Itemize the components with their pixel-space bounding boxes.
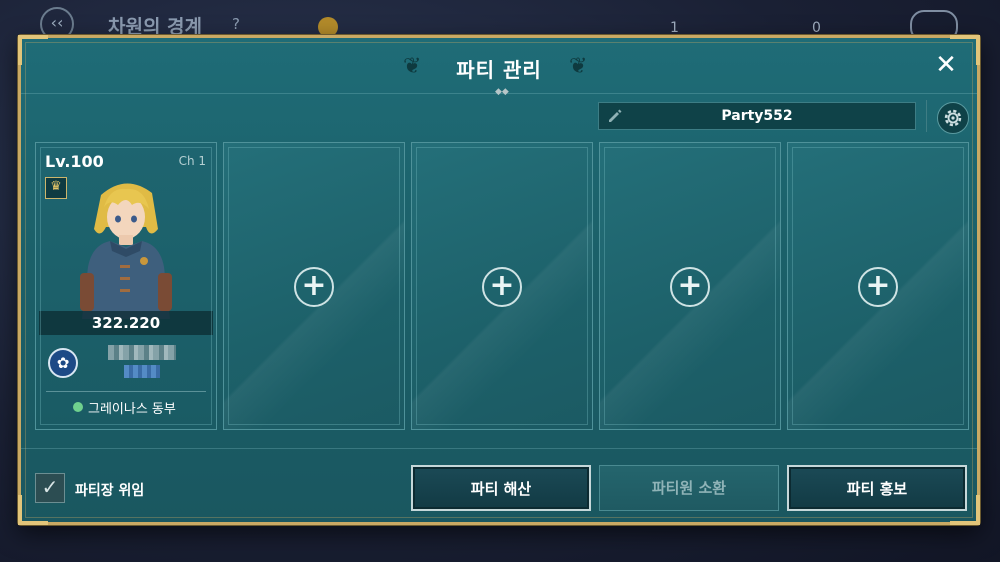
character-portrait <box>80 183 172 319</box>
coin-icon <box>318 17 338 37</box>
delegate-leader-checkbox[interactable]: ✓ <box>35 473 65 503</box>
flower-icon: ✿ <box>56 354 70 372</box>
background-counter: 1 <box>670 20 679 36</box>
party-name-field[interactable]: Party552 <box>598 102 916 130</box>
add-member-button[interactable]: + <box>482 267 522 307</box>
member-guild-redacted <box>124 365 160 378</box>
summon-members-button[interactable]: 파티원 소환 <box>599 465 779 511</box>
member-level: Lv.100 <box>45 152 104 171</box>
background-top-bar: ‹‹ 차원의 경계 ? 1 0 <box>0 0 1000 42</box>
empty-party-slot[interactable]: + <box>787 142 969 430</box>
party-settings-button[interactable] <box>937 102 969 134</box>
empty-party-slot[interactable]: + <box>223 142 405 430</box>
online-status-icon <box>73 402 83 412</box>
delegate-leader-label: 파티장 위임 <box>75 483 145 499</box>
header-ornament-icon: ◆◆ <box>495 87 509 97</box>
crown-icon: ♛ <box>50 179 62 194</box>
party-name-text: Party552 <box>721 108 793 124</box>
disband-party-button[interactable]: 파티 해산 <box>411 465 591 511</box>
combat-power-value: 322.220 <box>91 314 161 332</box>
leader-badge: ♛ <box>45 177 67 199</box>
member-channel: Ch 1 <box>178 154 206 168</box>
divider <box>46 391 206 392</box>
add-member-button[interactable]: + <box>670 267 710 307</box>
combat-power-bar: 322.220 <box>39 311 213 335</box>
promote-party-button[interactable]: 파티 홍보 <box>787 465 967 511</box>
leaf-ornament-icon: ❦ <box>569 54 588 79</box>
member-name-redacted <box>108 345 176 360</box>
add-member-button[interactable]: + <box>858 267 898 307</box>
dialog-title: 파티 관리 <box>456 58 542 82</box>
help-icon: ? <box>232 15 240 33</box>
checkmark-icon: ✓ <box>41 475 59 499</box>
add-member-button[interactable]: + <box>294 267 334 307</box>
divider <box>926 100 927 132</box>
gear-icon <box>944 109 962 127</box>
member-location: 그레이나스 동부 <box>88 402 176 417</box>
empty-party-slot[interactable]: + <box>411 142 593 430</box>
party-management-dialog: ❦ 파티 관리 ❦ ◆◆ ✕ Party552 Lv.100 Ch 1 ♛ 32… <box>18 35 980 525</box>
background-counter: 0 <box>812 20 821 36</box>
dialog-header: ❦ 파티 관리 ❦ ◆◆ ✕ <box>21 38 977 97</box>
empty-party-slot[interactable]: + <box>599 142 781 430</box>
class-emblem-icon: ✿ <box>48 348 78 378</box>
close-button[interactable]: ✕ <box>929 48 963 82</box>
party-member-slot[interactable]: Lv.100 Ch 1 ♛ 322.220 ✿ 그레이나스 동부 <box>35 142 217 430</box>
divider <box>21 448 977 449</box>
close-icon: ✕ <box>935 50 957 80</box>
